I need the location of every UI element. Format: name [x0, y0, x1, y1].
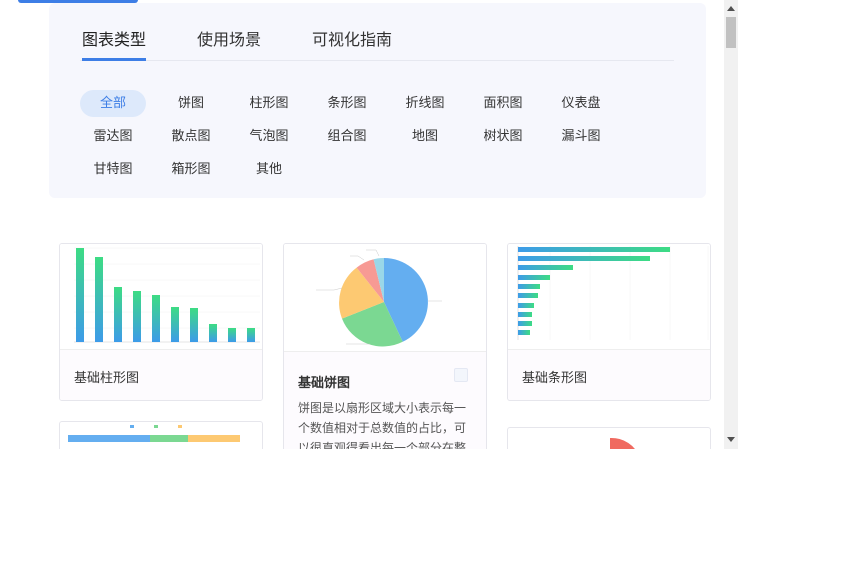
card-title: 基础条形图 [522, 371, 588, 386]
tab-usage-scenario[interactable]: 使用场景 [197, 29, 261, 61]
card-title: 基础柱形图 [74, 371, 140, 386]
scroll-down-arrow-icon[interactable] [727, 437, 735, 442]
card-action-icon[interactable] [454, 368, 468, 382]
pie-partial-thumbnail [610, 437, 635, 449]
category-tabs: 图表类型 使用场景 可视化指南 [80, 29, 674, 61]
tag-all[interactable]: 全部 [80, 90, 146, 117]
bar-chart-thumbnail [508, 244, 710, 350]
tag-area[interactable]: 面积图 [470, 90, 536, 117]
tag-scatter[interactable]: 散点图 [158, 123, 224, 150]
filter-panel: 图表类型 使用场景 可视化指南 全部 饼图 柱形图 条形图 折线图 面积图 仪表… [49, 3, 706, 198]
tag-other[interactable]: 其他 [236, 156, 302, 183]
stacked-bar-thumbnail [68, 425, 240, 442]
tab-chart-type[interactable]: 图表类型 [82, 29, 147, 61]
tag-combo[interactable]: 组合图 [314, 123, 380, 150]
card-basic-column[interactable]: 基础柱形图 [59, 243, 263, 401]
tag-pie[interactable]: 饼图 [158, 90, 224, 117]
vertical-scrollbar[interactable] [724, 0, 738, 449]
pie-chart-thumbnail [284, 244, 486, 352]
tag-radar[interactable]: 雷达图 [80, 123, 146, 150]
tag-map[interactable]: 地图 [392, 123, 458, 150]
card-stacked-bar-partial[interactable] [59, 421, 263, 449]
tab-visualization-guide[interactable]: 可视化指南 [312, 29, 392, 61]
tag-bar[interactable]: 条形图 [314, 90, 380, 117]
card-description: 饼图是以扇形区域大小表示每一个数值相对于总数值的占比，可以很直观得看出每一个部分… [298, 401, 467, 449]
card-title: 基础饼图 [298, 376, 351, 391]
card-pie-partial[interactable] [507, 427, 711, 449]
column-chart-thumbnail [60, 244, 262, 350]
tag-gantt[interactable]: 甘特图 [80, 156, 146, 183]
tag-column[interactable]: 柱形图 [236, 90, 302, 117]
scroll-thumb[interactable] [726, 17, 736, 48]
scroll-up-arrow-icon[interactable] [727, 6, 735, 11]
tag-funnel[interactable]: 漏斗图 [548, 123, 614, 150]
tag-gauge[interactable]: 仪表盘 [548, 90, 614, 117]
card-basic-bar[interactable]: 基础条形图 [507, 243, 711, 401]
chart-gallery-viewport: 图表类型 使用场景 可视化指南 全部 饼图 柱形图 条形图 折线图 面积图 仪表… [0, 0, 738, 449]
tag-bubble[interactable]: 气泡图 [236, 123, 302, 150]
card-basic-pie[interactable]: 基础饼图 饼图是以扇形区域大小表示每一个数值相对于总数值的占比，可以很直观得看出… [283, 243, 487, 449]
tag-boxplot[interactable]: 箱形图 [158, 156, 224, 183]
tag-treemap[interactable]: 树状图 [470, 123, 536, 150]
tag-line[interactable]: 折线图 [392, 90, 458, 117]
